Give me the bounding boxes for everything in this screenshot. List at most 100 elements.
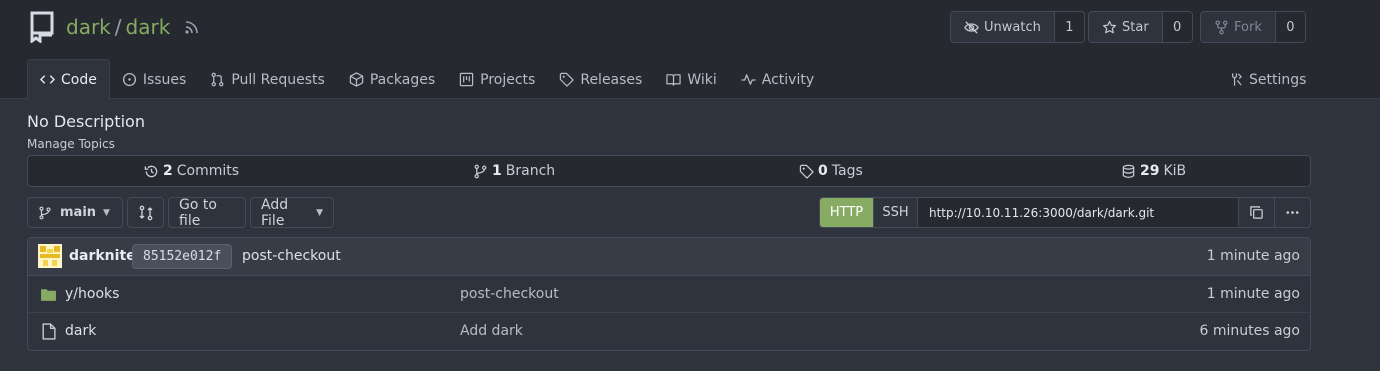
book-icon bbox=[666, 74, 682, 86]
file-row-dark: dark Add dark 6 minutes ago bbox=[28, 313, 1310, 350]
add-file-button[interactable]: Add File ▼ bbox=[250, 196, 334, 229]
fork-button[interactable]: Fork bbox=[1201, 12, 1275, 42]
tab-pull-requests[interactable]: Pull Requests bbox=[198, 59, 336, 100]
branch-name: main bbox=[60, 205, 97, 220]
commit-sha-button[interactable]: 85152e012f bbox=[132, 244, 233, 269]
go-to-file-button[interactable]: Go to file bbox=[168, 196, 246, 229]
add-file-label: Add File bbox=[261, 196, 289, 229]
repo-owner-link[interactable]: dark bbox=[66, 15, 111, 39]
more-options-button[interactable] bbox=[1274, 198, 1310, 227]
copy-url-button[interactable] bbox=[1238, 198, 1274, 227]
size-count: 29 bbox=[1140, 163, 1160, 179]
tab-code[interactable]: Code bbox=[27, 59, 110, 100]
tools-icon bbox=[1232, 73, 1242, 86]
unwatch-button[interactable]: Unwatch bbox=[951, 12, 1054, 42]
file-row-hooks: y/hooks post-checkout 1 minute ago bbox=[28, 276, 1310, 313]
branch-icon bbox=[474, 164, 487, 178]
tab-issues[interactable]: Issues bbox=[110, 59, 199, 100]
unwatch-label: Unwatch bbox=[984, 19, 1041, 35]
clone-panel: HTTP SSH http://10.10.11.26:3000/dark/da… bbox=[819, 197, 1311, 228]
chevron-down-icon: ▼ bbox=[316, 207, 323, 218]
tab-packages-label: Packages bbox=[369, 71, 436, 88]
file-name[interactable]: y/hooks bbox=[65, 286, 119, 302]
tab-settings[interactable]: Settings bbox=[1220, 59, 1314, 100]
http-clone-button[interactable]: HTTP bbox=[820, 198, 873, 227]
tag-icon bbox=[560, 72, 575, 87]
compare-button[interactable] bbox=[127, 197, 164, 228]
avatar[interactable] bbox=[38, 244, 62, 268]
tab-activity[interactable]: Activity bbox=[729, 59, 826, 100]
pull-request-icon bbox=[211, 72, 224, 87]
file-commit-time: 6 minutes ago bbox=[1199, 323, 1300, 339]
fork-button-group: Fork 0 bbox=[1200, 11, 1306, 43]
tab-releases[interactable]: Releases bbox=[547, 59, 654, 100]
repo-tabs: Code Issues Pull Requests Packages Proje… bbox=[27, 59, 826, 100]
tab-pull-requests-label: Pull Requests bbox=[231, 71, 325, 88]
tags-stat[interactable]: 0 Tags bbox=[799, 156, 863, 186]
tab-settings-label: Settings bbox=[1249, 71, 1307, 88]
commit-time: 1 minute ago bbox=[1206, 248, 1300, 264]
tab-projects-label: Projects bbox=[480, 71, 536, 88]
file-name[interactable]: dark bbox=[65, 323, 96, 339]
forks-count[interactable]: 0 bbox=[1274, 12, 1305, 42]
file-commit-message[interactable]: Add dark bbox=[460, 323, 523, 339]
tab-issues-label: Issues bbox=[142, 71, 187, 88]
chevron-down-icon: ▼ bbox=[103, 207, 110, 218]
stars-count[interactable]: 0 bbox=[1161, 12, 1192, 42]
tab-releases-label: Releases bbox=[580, 71, 643, 88]
clone-url-input[interactable]: http://10.10.11.26:3000/dark/dark.git bbox=[918, 198, 1238, 227]
ssh-clone-button[interactable]: SSH bbox=[873, 198, 918, 227]
repo-name-link[interactable]: dark bbox=[126, 15, 171, 39]
file-commit-message[interactable]: post-checkout bbox=[460, 286, 559, 302]
copy-icon bbox=[1250, 206, 1263, 219]
repo-icon bbox=[30, 11, 54, 43]
fork-icon bbox=[1215, 20, 1228, 34]
commits-label: Commits bbox=[176, 163, 240, 179]
package-icon bbox=[349, 72, 364, 87]
tab-code-label: Code bbox=[61, 71, 97, 88]
repo-title: dark / dark bbox=[28, 10, 200, 44]
tab-wiki-label: Wiki bbox=[687, 71, 717, 88]
fork-label: Fork bbox=[1234, 19, 1262, 35]
go-to-file-label: Go to file bbox=[179, 196, 217, 229]
branch-selector[interactable]: main ▼ bbox=[27, 197, 123, 228]
repo-separator: / bbox=[114, 15, 122, 39]
tab-projects[interactable]: Projects bbox=[447, 59, 547, 100]
star-icon bbox=[1102, 20, 1117, 33]
star-button[interactable]: Star bbox=[1089, 12, 1162, 42]
project-icon bbox=[459, 72, 474, 87]
tab-packages[interactable]: Packages bbox=[337, 59, 447, 100]
tag-icon bbox=[799, 164, 814, 179]
manage-topics-link[interactable]: Manage Topics bbox=[27, 137, 115, 151]
commits-stat[interactable]: 2 Commits bbox=[144, 156, 239, 186]
tags-label: Tags bbox=[831, 163, 863, 179]
file-icon bbox=[42, 323, 56, 340]
latest-commit-row: darknite 85152e012f post-checkout 1 minu… bbox=[28, 238, 1310, 276]
size-label: KiB bbox=[1163, 163, 1187, 179]
tab-wiki[interactable]: Wiki bbox=[654, 59, 728, 100]
branches-stat[interactable]: 1 Branch bbox=[473, 156, 555, 186]
commit-message[interactable]: post-checkout bbox=[242, 248, 341, 264]
pulse-icon bbox=[741, 74, 756, 85]
commits-count: 2 bbox=[163, 163, 173, 179]
star-button-group: Star 0 bbox=[1088, 11, 1193, 43]
star-label: Star bbox=[1122, 19, 1149, 35]
eye-slash-icon bbox=[964, 20, 979, 34]
commit-author[interactable]: darknite bbox=[69, 248, 136, 264]
tags-count: 0 bbox=[818, 163, 828, 179]
repo-header: dark / dark Unwatch 1 Star 0 Fork 0 Code… bbox=[0, 0, 1380, 100]
database-icon bbox=[1122, 164, 1135, 178]
watchers-count[interactable]: 1 bbox=[1053, 12, 1084, 42]
tab-activity-label: Activity bbox=[761, 71, 815, 88]
repo-stats-bar: 2 Commits 1 Branch 0 Tags 29 KiB bbox=[27, 155, 1311, 187]
compare-icon bbox=[139, 205, 152, 220]
code-icon bbox=[40, 75, 55, 84]
issue-icon bbox=[122, 72, 136, 87]
history-icon bbox=[144, 165, 158, 177]
rss-icon[interactable] bbox=[184, 19, 200, 35]
branches-count: 1 bbox=[492, 163, 502, 179]
file-table: darknite 85152e012f post-checkout 1 minu… bbox=[27, 237, 1311, 351]
kebab-horizontal-icon bbox=[1286, 211, 1299, 214]
file-commit-time: 1 minute ago bbox=[1206, 286, 1300, 302]
unwatch-button-group: Unwatch 1 bbox=[950, 11, 1085, 43]
